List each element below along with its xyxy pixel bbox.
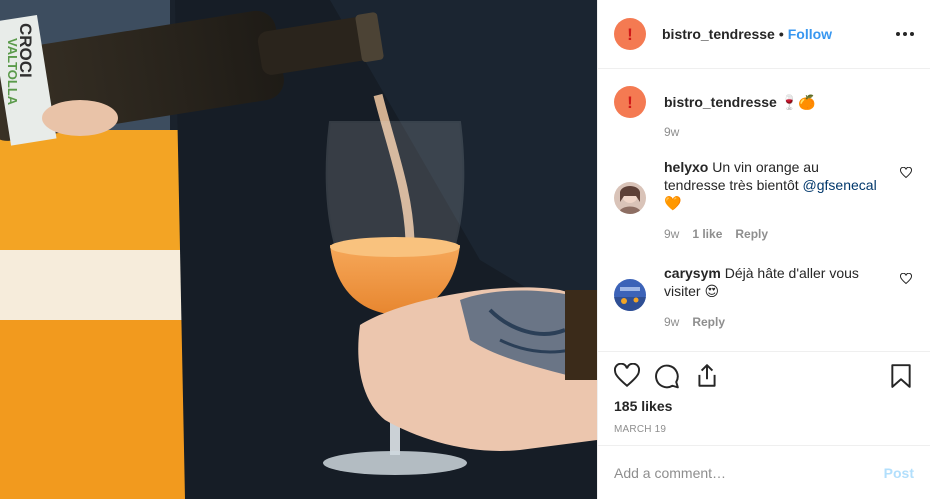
likes-count[interactable]: 185 likes (614, 398, 914, 414)
comment-item: carysym Déjà hâte d'aller vous visiter 😍… (614, 264, 914, 331)
comment-emoji: 😍 (704, 283, 720, 299)
bookmark-icon[interactable] (888, 363, 914, 389)
header-separator: • (778, 26, 784, 42)
comment-mention[interactable]: @gfsenecal (803, 177, 877, 193)
commenter-avatar[interactable] (614, 279, 646, 311)
comment-emoji: 🧡 (664, 195, 682, 211)
commenter-avatar[interactable] (614, 182, 646, 214)
heart-icon[interactable] (614, 363, 640, 389)
caption-username[interactable]: bistro_tendresse (664, 94, 777, 110)
comment-username[interactable]: helyxo (664, 159, 708, 175)
avatar-logo-icon: ! (627, 92, 633, 112)
reply-button[interactable]: Reply (692, 313, 725, 331)
comment-input[interactable] (614, 464, 884, 481)
author-avatar[interactable]: ! (614, 18, 646, 50)
avatar-logo-icon: ! (627, 24, 633, 44)
comment-username[interactable]: carysym (664, 265, 721, 281)
comment-likes[interactable]: 1 like (692, 225, 722, 243)
caption-avatar[interactable]: ! (614, 86, 646, 118)
post-photo: CROCI VALTOLLA (0, 0, 597, 499)
more-options-icon[interactable] (892, 28, 914, 40)
comments-list: ! bistro_tendresse 🍷🍊 9w helyxo Un vin o… (598, 69, 930, 351)
caption: ! bistro_tendresse 🍷🍊 9w (614, 86, 914, 141)
post-comment-button[interactable]: Post (884, 465, 914, 481)
commenter-photo (614, 182, 646, 214)
comment-time[interactable]: 9w (664, 313, 679, 331)
post-header: ! bistro_tendresse • Follow (598, 0, 930, 69)
post-date[interactable]: MARCH 19 (614, 424, 914, 435)
reply-button[interactable]: Reply (735, 225, 768, 243)
comment-composer: Post (598, 445, 930, 499)
author-username[interactable]: bistro_tendresse (662, 26, 775, 42)
share-icon[interactable] (694, 363, 720, 389)
commenter-photo (614, 279, 646, 311)
action-icons (614, 352, 914, 400)
comment-icon[interactable] (654, 363, 680, 389)
follow-button[interactable]: Follow (788, 26, 832, 42)
post-sidebar: ! bistro_tendresse • Follow ! bistro_ten… (597, 0, 930, 499)
comment-item: helyxo Un vin orange au tendresse très b… (614, 158, 914, 243)
caption-time[interactable]: 9w (664, 123, 679, 141)
photo-illustration: CROCI VALTOLLA (0, 0, 597, 499)
bottle-label-bottom: VALTOLLA (5, 38, 20, 106)
caption-emoji: 🍷🍊 (780, 94, 816, 110)
post-actions: 185 likes MARCH 19 (598, 351, 930, 445)
comment-time[interactable]: 9w (664, 225, 679, 243)
comment-like-heart-icon[interactable] (900, 273, 912, 285)
comment-like-heart-icon[interactable] (900, 167, 912, 179)
